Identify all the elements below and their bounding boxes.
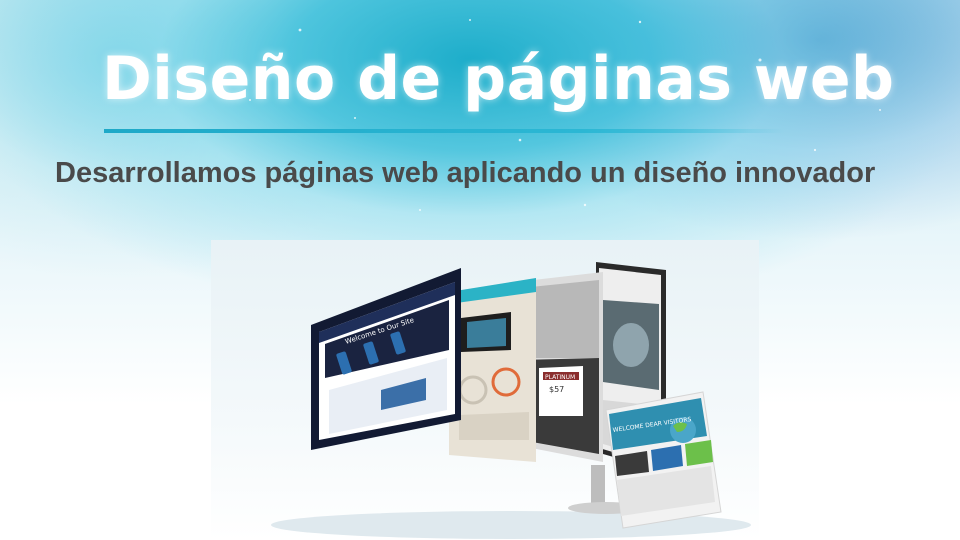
page-subtitle: Desarrollamos páginas web aplicando un d… — [55, 157, 876, 189]
plan-badge: PLATINUM — [545, 374, 575, 381]
tablet-screen: WELCOME DEAR VISITORS — [605, 391, 722, 529]
hero-image: PLATINUM $57 Welcome to Our Site WELCOME… — [211, 240, 759, 540]
teal-screen — [449, 278, 536, 462]
plan-price: $57 — [549, 385, 564, 394]
page-title: Diseño de páginas web — [102, 44, 895, 114]
title-underline — [104, 129, 784, 133]
front-screen: Welcome to Our Site — [311, 268, 461, 450]
